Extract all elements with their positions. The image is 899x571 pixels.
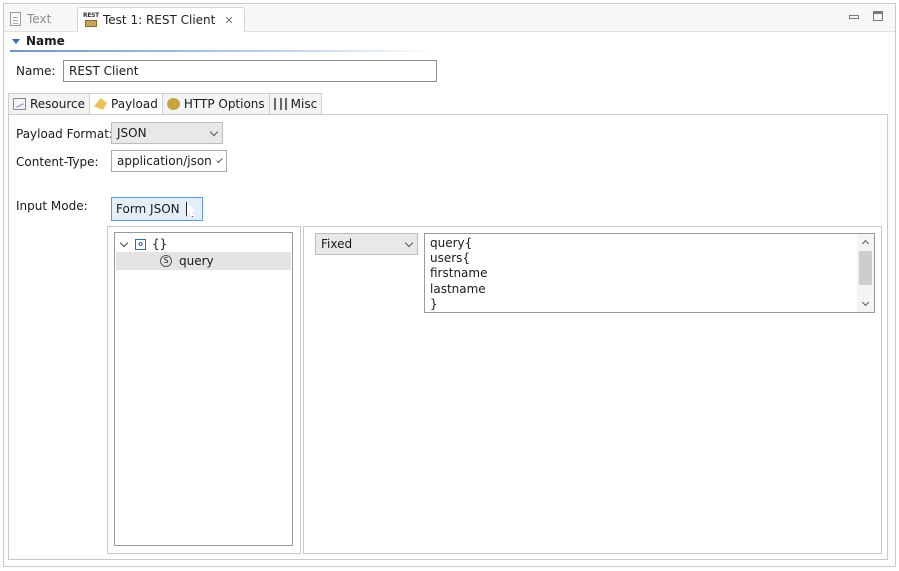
payload-format-value: JSON — [117, 126, 147, 140]
scroll-up-icon[interactable] — [861, 239, 870, 248]
json-tree[interactable]: o {} S query — [114, 232, 293, 546]
payload-format-select[interactable]: JSON — [111, 122, 223, 144]
tree-node-query-label: query — [179, 254, 214, 268]
content-type-select[interactable]: application/json — [111, 150, 227, 172]
editor-tab-text-label: Text — [27, 12, 52, 26]
object-icon: o — [135, 238, 146, 250]
vertical-scrollbar[interactable] — [857, 234, 874, 312]
payload-tab-folder: Resource Payload HTTP Options Misc — [8, 93, 323, 115]
payload-format-label: Payload Format: — [16, 127, 113, 141]
input-mode-button[interactable]: Form JSON — [111, 197, 203, 221]
expand-chevron-icon[interactable] — [119, 238, 129, 247]
maximize-icon[interactable] — [873, 11, 883, 21]
editor-tab-text[interactable]: Text — [10, 7, 51, 31]
chevron-down-icon — [404, 238, 414, 247]
tab-misc-label: Misc — [290, 97, 318, 111]
resource-icon — [13, 98, 26, 110]
input-mode-value: Form JSON — [116, 202, 180, 216]
collapse-triangle-icon[interactable] — [12, 38, 20, 44]
input-mode-label: Input Mode: — [16, 199, 88, 213]
value-line: query{ — [430, 236, 473, 250]
tab-payload[interactable]: Payload — [89, 93, 162, 115]
window-controls — [849, 11, 883, 21]
value-line: lastname — [430, 281, 486, 296]
section-divider — [10, 50, 440, 52]
tree-node-root-label: {} — [152, 237, 168, 251]
tab-resource-label: Resource — [30, 97, 86, 111]
name-input-value: REST Client — [69, 64, 139, 78]
editor-tab-strip: Text REST Test 1: REST Client ✕ — [4, 4, 895, 32]
chevron-down-icon — [216, 156, 223, 163]
value-text: query{ users{ firstname lastname } — [430, 236, 487, 312]
tab-http-options-label: HTTP Options — [183, 97, 265, 111]
tab-misc[interactable]: Misc — [268, 93, 323, 115]
text-file-icon — [10, 12, 21, 26]
string-icon: S — [160, 255, 172, 267]
tab-payload-label: Payload — [111, 97, 158, 111]
tree-node-root[interactable]: o {} — [119, 235, 167, 253]
mouse-cursor-icon — [185, 201, 196, 217]
scroll-down-icon[interactable] — [861, 298, 870, 307]
value-mode-value: Fixed — [321, 237, 353, 251]
http-options-icon — [166, 98, 180, 110]
editor-tab-rest-client[interactable]: REST Test 1: REST Client ✕ — [77, 7, 245, 32]
content-type-value: application/json — [117, 154, 212, 168]
misc-icon — [273, 98, 287, 110]
value-mode-select[interactable]: Fixed — [315, 233, 418, 255]
rest-icon: REST — [83, 12, 99, 28]
value-textarea[interactable]: query{ users{ firstname lastname } — [424, 233, 875, 313]
editor-tab-rest-client-label: Test 1: REST Client — [103, 13, 216, 27]
name-section-title: Name — [26, 34, 65, 48]
name-input[interactable]: REST Client — [63, 60, 437, 82]
name-label: Name: — [16, 64, 56, 78]
content-type-label: Content-Type: — [16, 155, 99, 169]
tab-resource[interactable]: Resource — [8, 93, 90, 115]
tab-http-options[interactable]: HTTP Options — [161, 93, 269, 115]
minimize-icon[interactable] — [849, 15, 859, 19]
tree-node-query[interactable]: S query — [116, 252, 291, 270]
value-line: } — [430, 296, 438, 311]
close-tab-icon[interactable]: ✕ — [224, 14, 233, 27]
scrollbar-thumb[interactable] — [859, 251, 872, 285]
value-line: firstname — [430, 266, 488, 281]
name-section-header[interactable]: Name — [12, 32, 65, 50]
chevron-down-icon — [209, 127, 219, 136]
value-line: users{ — [430, 251, 471, 266]
payload-icon — [94, 98, 108, 110]
